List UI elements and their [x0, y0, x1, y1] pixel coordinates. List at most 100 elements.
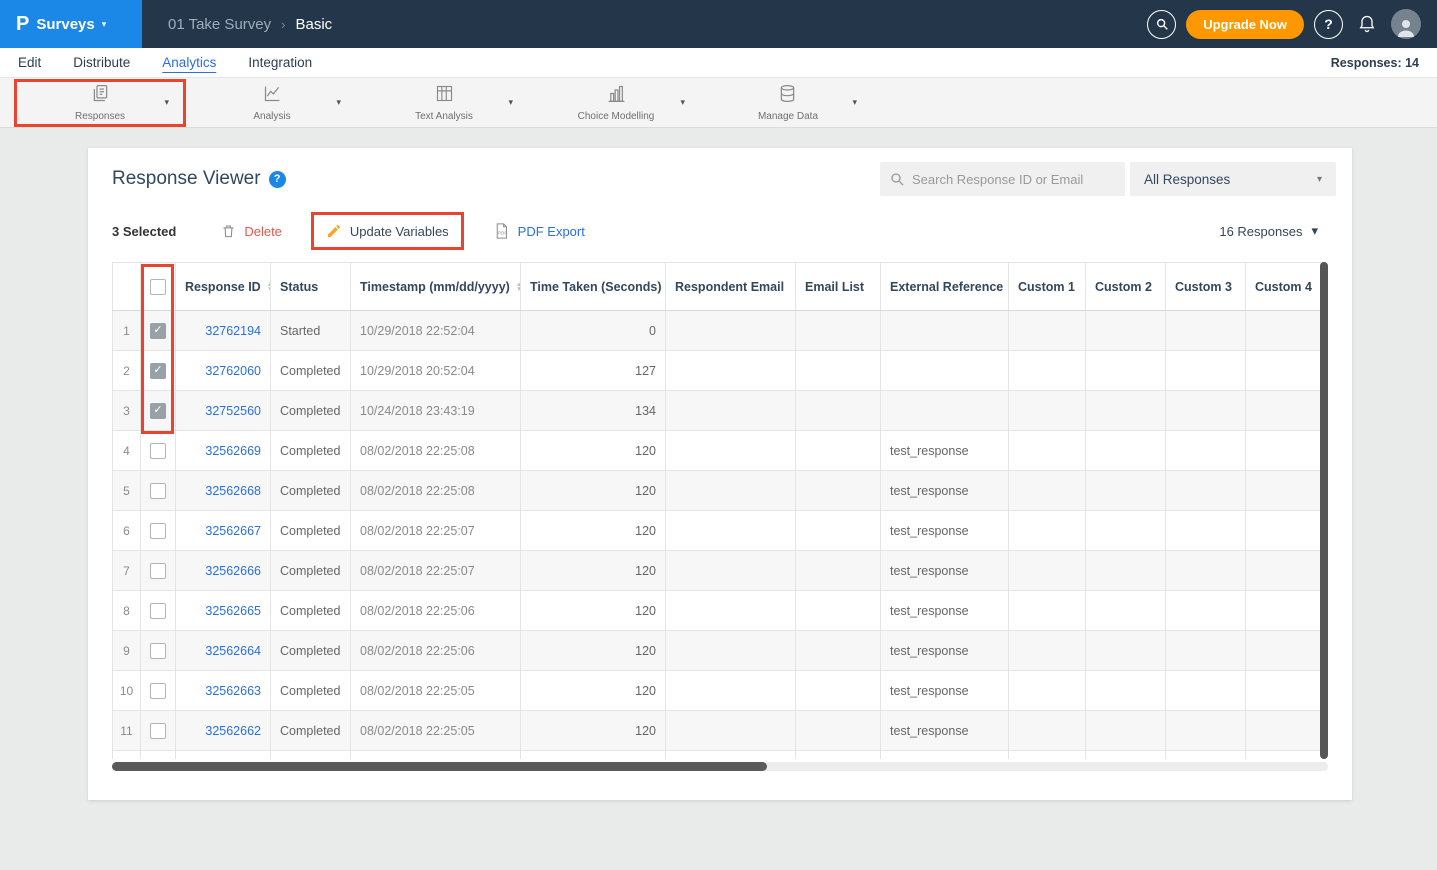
row-checkbox[interactable]: [150, 363, 166, 379]
custom2-cell: [1086, 631, 1166, 671]
chevron-down-icon[interactable]: ▾: [508, 97, 513, 108]
toolbar-item-manage-data[interactable]: Manage Data▾: [702, 79, 874, 127]
row-checkbox[interactable]: [150, 323, 166, 339]
survey-nav: EditDistributeAnalyticsIntegration Respo…: [0, 48, 1437, 78]
product-switcher[interactable]: P Surveys ▾: [0, 0, 142, 48]
horizontal-scrollbar[interactable]: [112, 762, 767, 771]
response-viewer-card: Response Viewer ? All Responses ▾ 3 Sele…: [88, 148, 1352, 800]
chevron-down-icon[interactable]: ▾: [164, 97, 169, 108]
respondent_email-cell: [666, 591, 796, 631]
status-cell: Started: [271, 311, 351, 351]
row-checkbox[interactable]: [150, 723, 166, 739]
notifications-button[interactable]: [1353, 10, 1381, 38]
tab-distribute[interactable]: Distribute: [73, 55, 130, 70]
timestamp-cell: 08/02/2018 22:25:07: [351, 551, 521, 591]
response-id-link[interactable]: 32562665: [205, 604, 261, 618]
custom4-cell: [1246, 471, 1326, 511]
respondent_email-cell: [666, 351, 796, 391]
responses-table: Response ID▲▼StatusTimestamp (mm/dd/yyyy…: [112, 262, 1326, 759]
row-checkbox-cell: [141, 631, 176, 671]
delete-button[interactable]: Delete: [206, 212, 297, 250]
response-id-link[interactable]: 32562666: [205, 564, 261, 578]
tab-edit[interactable]: Edit: [18, 55, 41, 70]
respondent_email-cell: [666, 431, 796, 471]
timestamp-cell: 08/02/2018 22:25:05: [351, 711, 521, 751]
nav-tabs: Edit Distribute Analytics Integration: [18, 55, 312, 70]
column-header-respondent_email: Respondent Email: [666, 263, 796, 311]
timestamp-cell: 08/02/2018 22:25:06: [351, 631, 521, 671]
table-row: 332752560Completed10/24/2018 23:43:19134: [113, 391, 1326, 431]
pencil-icon: [326, 223, 342, 239]
response-id-link[interactable]: 32562668: [205, 484, 261, 498]
chevron-down-icon[interactable]: ▾: [336, 97, 341, 108]
column-header-id[interactable]: Response ID▲▼: [176, 263, 271, 311]
external_reference-cell: test_response: [881, 471, 1009, 511]
help-badge-icon[interactable]: ?: [269, 171, 286, 188]
response-id-link[interactable]: 32562669: [205, 444, 261, 458]
chevron-down-icon[interactable]: ▾: [680, 97, 685, 108]
toolbar-item-analysis[interactable]: Analysis▾: [186, 79, 358, 127]
column-header-timestamp[interactable]: Timestamp (mm/dd/yyyy)▲▼: [351, 263, 521, 311]
respondent_email-cell: [666, 711, 796, 751]
custom1-cell: [1009, 311, 1086, 351]
row-checkbox[interactable]: [150, 603, 166, 619]
custom2-cell: [1086, 751, 1166, 760]
custom1-cell: [1009, 511, 1086, 551]
sort-icon[interactable]: ▲▼: [516, 282, 521, 292]
help-button[interactable]: ?: [1314, 10, 1343, 39]
horizontal-scrollbar-track: [112, 762, 1328, 771]
tab-integration[interactable]: Integration: [248, 55, 312, 70]
row-checkbox-cell: [141, 311, 176, 351]
row-checkbox-cell: [141, 711, 176, 751]
svg-text:PDF: PDF: [498, 231, 507, 236]
row-checkbox[interactable]: [150, 443, 166, 459]
avatar[interactable]: [1391, 9, 1421, 39]
responses-count-dropdown[interactable]: 16 Responses ▾: [1219, 223, 1328, 239]
custom2-cell: [1086, 711, 1166, 751]
response-id-link[interactable]: 32752560: [205, 404, 261, 418]
select-all-checkbox[interactable]: [150, 279, 166, 295]
pdf-export-button[interactable]: PDF PDF Export: [478, 211, 600, 251]
analytics-toolbar: Responses▾Analysis▾Text Analysis▾Choice …: [0, 78, 1437, 128]
row-number: 9: [113, 631, 141, 671]
search-box: [880, 162, 1125, 196]
custom1-cell: [1009, 671, 1086, 711]
row-checkbox[interactable]: [150, 403, 166, 419]
row-checkbox-cell: [141, 751, 176, 760]
search-input[interactable]: [880, 162, 1125, 196]
status-cell: Completed: [271, 391, 351, 431]
response-id-link[interactable]: 32562662: [205, 724, 261, 738]
status-cell: Completed: [271, 511, 351, 551]
table-row: 432562669Completed08/02/2018 22:25:08120…: [113, 431, 1326, 471]
response-id-link[interactable]: 32562663: [205, 684, 261, 698]
response-filter-dropdown[interactable]: All Responses ▾: [1130, 162, 1336, 196]
row-checkbox-cell: [141, 471, 176, 511]
search-button[interactable]: [1147, 10, 1176, 39]
row-checkbox[interactable]: [150, 643, 166, 659]
response-id-link[interactable]: 32562664: [205, 644, 261, 658]
select-all-checkbox-header[interactable]: [141, 263, 176, 311]
toolbar-item-responses[interactable]: Responses▾: [14, 79, 186, 127]
custom3-cell: [1166, 551, 1246, 591]
row-checkbox[interactable]: [150, 523, 166, 539]
upgrade-now-button[interactable]: Upgrade Now: [1186, 10, 1304, 39]
response-id-link[interactable]: 32562667: [205, 524, 261, 538]
time_taken-cell: 120: [521, 591, 666, 631]
email_list-cell: [796, 511, 881, 551]
response-id-link[interactable]: 32762194: [205, 324, 261, 338]
vertical-scrollbar[interactable]: [1320, 262, 1328, 759]
tab-analytics[interactable]: Analytics: [162, 55, 216, 70]
toolbar-item-choice-modelling[interactable]: Choice Modelling▾: [530, 79, 702, 127]
row-checkbox[interactable]: [150, 563, 166, 579]
update-variables-button[interactable]: Update Variables: [311, 212, 464, 250]
row-checkbox[interactable]: [150, 483, 166, 499]
breadcrumb-survey[interactable]: 01 Take Survey: [168, 16, 271, 33]
response-id-cell: 32562664: [176, 631, 271, 671]
sort-icon[interactable]: ▲▼: [267, 282, 271, 292]
chevron-down-icon[interactable]: ▾: [852, 97, 857, 108]
toolbar-item-text-analysis[interactable]: Text Analysis▾: [358, 79, 530, 127]
response-id-link[interactable]: 32762060: [205, 364, 261, 378]
row-checkbox[interactable]: [150, 683, 166, 699]
row-number: 7: [113, 551, 141, 591]
column-header-time_taken[interactable]: Time Taken (Seconds)▲▼: [521, 263, 666, 311]
